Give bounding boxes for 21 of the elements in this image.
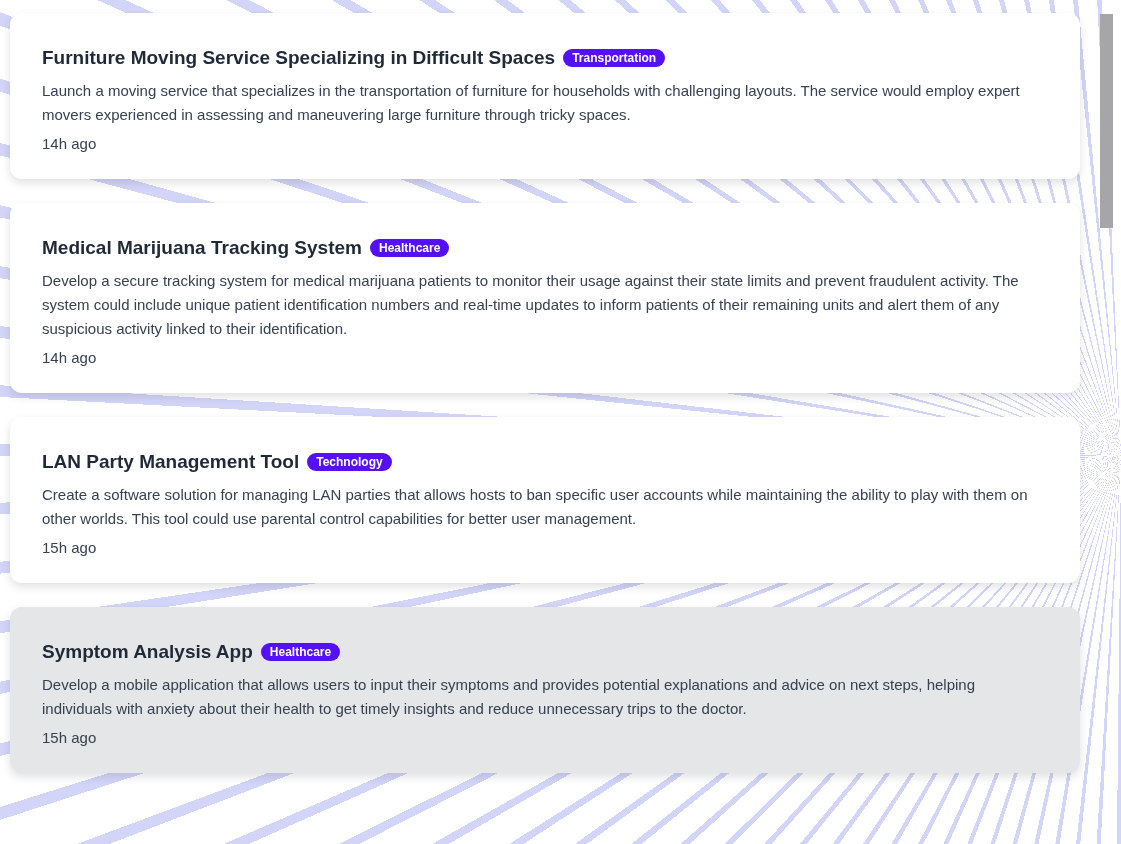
timestamp: 15h ago [42, 729, 97, 746]
idea-card[interactable] [10, 13, 1080, 179]
idea-card[interactable] [10, 607, 1080, 773]
category-tag: Healthcare [369, 239, 450, 257]
idea-title: LAN Party Management Tool [42, 451, 300, 473]
idea-title: Furniture Moving Service Specializing in Difficult Spaces [42, 47, 556, 69]
idea-title: Symptom Analysis App [42, 641, 253, 663]
timestamp: 14h ago [42, 135, 97, 152]
idea-title: Medical Marijuana Tracking System [42, 237, 362, 259]
timestamp: 14h ago [42, 349, 97, 366]
timestamp: 15h ago [42, 539, 97, 556]
idea-card[interactable] [10, 203, 1080, 393]
category-tag: Healthcare [260, 643, 341, 661]
idea-description: Create a software solution for managing LAN parties that allows hosts to ban specific user accounts while maintaining the ability to play with them on other worlds. This tool could use parental control capabilities for better user management. [42, 485, 1029, 529]
idea-description: Launch a moving service that specializes in the transportation of furniture for households with challenging layouts. The service would employ expert movers experienced in assessing and maneuvering large furniture through tricky spaces. [42, 81, 1021, 125]
idea-description: Develop a mobile application that allows users to input their symptoms and provides potential explanations and advice on next steps, helping individuals with anxiety about their health to get timely insights and reduce unnecessary trips to the doctor. [42, 675, 977, 719]
category-tag: Transportation [563, 49, 666, 67]
idea-description: Develop a secure tracking system for medical marijuana patients to monitor their usage against their state limits and prevent fraudulent activity. The system could include unique patient identification numbers and real-time updates to inform patients of their remaining units and alert them of any suspicious activity linked to their identification. [42, 271, 1020, 339]
scrollbar-thumb[interactable] [1100, 14, 1113, 228]
category-tag: Technology [307, 453, 392, 471]
idea-card[interactable] [10, 417, 1080, 583]
